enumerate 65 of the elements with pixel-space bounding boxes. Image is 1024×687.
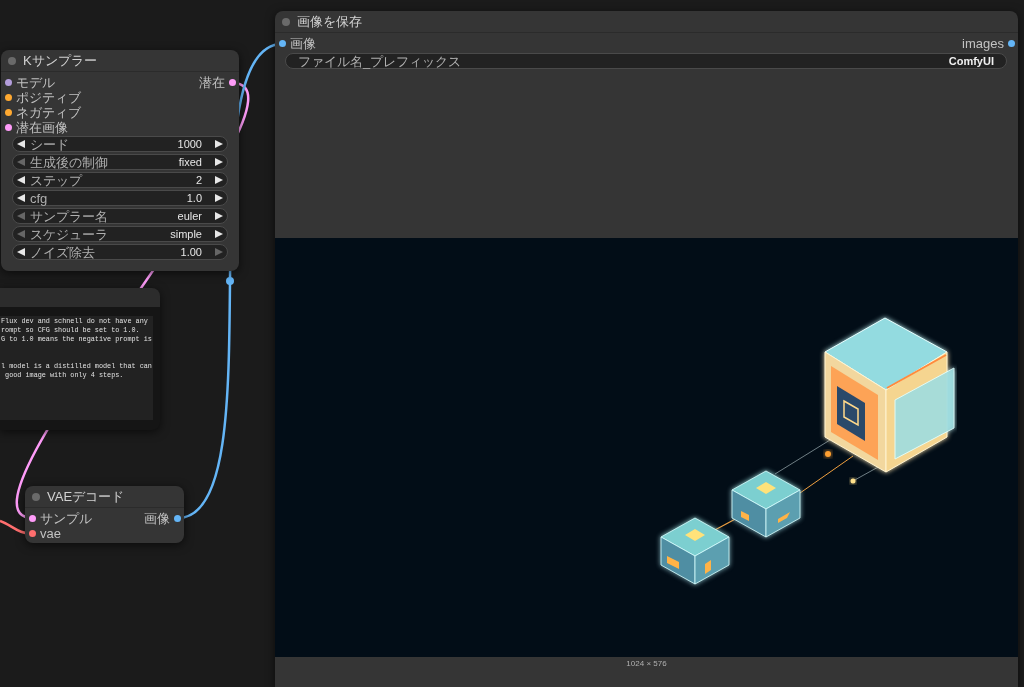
widget-field[interactable]: ファイル名_プレフィックス ComfyUI bbox=[285, 53, 1007, 69]
input-label: サンプル bbox=[40, 512, 92, 525]
dot-icon[interactable] bbox=[8, 56, 16, 65]
widget-field[interactable]: サンプラー名 euler bbox=[12, 208, 228, 224]
vae-decode-node[interactable]: VAEデコード サンプル 画像 vae bbox=[25, 486, 184, 543]
right-arrow-icon[interactable] bbox=[215, 140, 223, 148]
widget-field[interactable]: シード 1000 bbox=[12, 136, 228, 152]
input-dot-icon[interactable] bbox=[5, 124, 12, 131]
input-dot-icon[interactable] bbox=[279, 40, 286, 47]
output-dot-icon[interactable] bbox=[1008, 40, 1015, 47]
left-arrow-icon[interactable] bbox=[17, 194, 25, 202]
widget-value: 1.00 bbox=[180, 246, 202, 258]
widget-value: simple bbox=[170, 228, 202, 240]
widget-value: 1000 bbox=[177, 138, 202, 150]
widget-label: シード bbox=[30, 137, 69, 151]
widget-field[interactable]: ステップ 2 bbox=[12, 172, 228, 188]
widget-field[interactable]: ノイズ除去 1.00 bbox=[12, 244, 228, 260]
right-arrow-icon[interactable] bbox=[215, 212, 223, 220]
node-title: VAEデコード bbox=[47, 490, 125, 503]
widget-label: 生成後の制御 bbox=[30, 155, 108, 169]
output-dot-icon[interactable] bbox=[174, 515, 181, 522]
widget-value: euler bbox=[177, 210, 202, 222]
input-dot-icon[interactable] bbox=[29, 515, 36, 522]
widget-label: サンプラー名 bbox=[30, 209, 108, 223]
input-label: モデル bbox=[16, 76, 55, 89]
node-title: 画像を保存 bbox=[297, 15, 362, 28]
input-dot-icon[interactable] bbox=[5, 109, 12, 116]
input-label: vae bbox=[40, 527, 61, 540]
widget-value: 1.0 bbox=[186, 192, 202, 204]
output-label: images bbox=[962, 37, 1004, 50]
sampler-node[interactable]: Kサンプラー モデル 潜在 ポジティブ ネガティブ 潜在画像 シード 1000 生成後の制御 fixed ステップ 2 cfg 1.0 サンプラー名 euler スケジューラ simple ノイズ除去 1.00 bbox=[1, 50, 239, 271]
dot-icon[interactable] bbox=[32, 492, 40, 501]
input-dot-icon[interactable] bbox=[29, 530, 36, 537]
input-label: ポジティブ bbox=[16, 91, 81, 104]
output-label: 潜在 bbox=[199, 76, 225, 89]
dot-icon[interactable] bbox=[282, 17, 290, 26]
widget-field[interactable]: スケジューラ simple bbox=[12, 226, 228, 242]
output-label: 画像 bbox=[144, 512, 170, 525]
input-label: 画像 bbox=[290, 37, 316, 50]
widget-label: ステップ bbox=[30, 173, 82, 187]
output-dot-icon[interactable] bbox=[229, 79, 236, 86]
node-title: Kサンプラー bbox=[23, 54, 97, 67]
left-arrow-icon[interactable] bbox=[17, 176, 25, 184]
widget-field[interactable]: cfg 1.0 bbox=[12, 190, 228, 206]
widget-value: 2 bbox=[195, 174, 202, 186]
input-label: ネガティブ bbox=[16, 106, 81, 119]
widget-field[interactable]: 生成後の制御 fixed bbox=[12, 154, 228, 170]
widget-value: fixed bbox=[178, 156, 202, 168]
left-arrow-icon[interactable] bbox=[17, 248, 25, 256]
widget-label: スケジューラ bbox=[30, 227, 108, 241]
save-image-node[interactable]: 画像を保存 画像 images ファイル名_プレフィックス ComfyUI 1024 × 576 bbox=[275, 11, 1018, 687]
input-label: 潜在画像 bbox=[16, 121, 68, 134]
widget-label: cfg bbox=[30, 191, 48, 205]
left-arrow-icon[interactable] bbox=[17, 140, 25, 148]
widget-label: ノイズ除去 bbox=[30, 245, 95, 259]
image-size-label: 1024 × 576 bbox=[626, 660, 667, 668]
widget-label: ファイル名_プレフィックス bbox=[298, 54, 462, 68]
right-arrow-icon[interactable] bbox=[215, 194, 223, 202]
input-dot-icon[interactable] bbox=[5, 94, 12, 101]
right-arrow-icon[interactable] bbox=[215, 158, 223, 166]
widget-value: ComfyUI bbox=[948, 55, 994, 67]
right-arrow-icon[interactable] bbox=[215, 176, 223, 184]
link-midpoint-icon[interactable] bbox=[226, 277, 234, 285]
input-dot-icon[interactable] bbox=[5, 79, 12, 86]
right-arrow-icon[interactable] bbox=[215, 230, 223, 238]
